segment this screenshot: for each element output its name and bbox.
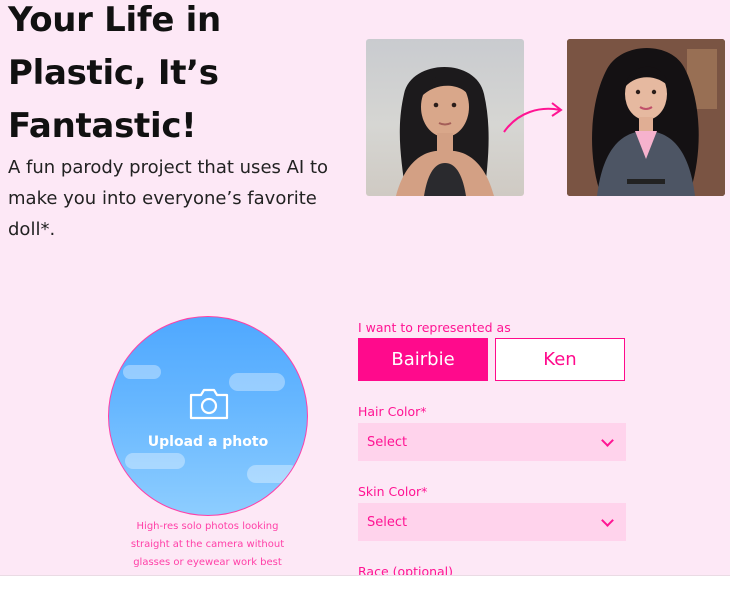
represent-label: I want to represented as: [358, 320, 511, 335]
hair-color-select[interactable]: Select: [358, 423, 626, 461]
chevron-down-icon: [601, 513, 614, 527]
hair-color-value: Select: [367, 434, 408, 450]
hair-color-label: Hair Color*: [358, 404, 427, 419]
upload-hint: High-res solo photos looking straight at…: [130, 521, 285, 568]
cloud-decoration: [229, 373, 285, 391]
page-subtitle: A fun parody project that uses AI to mak…: [8, 157, 329, 240]
chevron-down-icon: [601, 433, 614, 447]
skin-color-label: Skin Color*: [358, 484, 428, 499]
option-ken-button[interactable]: Ken: [495, 338, 625, 381]
arrow-icon: [503, 102, 563, 133]
upload-photo-button[interactable]: Upload a photo: [108, 316, 308, 516]
doll-photo: [567, 39, 725, 196]
page-title: Your Life in Plastic, It’s Fantastic!: [8, 0, 221, 146]
skin-color-value: Select: [367, 514, 408, 530]
cloud-decoration: [125, 453, 185, 469]
option-barbie-button[interactable]: Bairbie: [358, 338, 488, 381]
upload-label: Upload a photo: [147, 434, 269, 450]
cloud-decoration: [247, 465, 299, 483]
camera-icon: [189, 388, 229, 420]
bottom-bar: [0, 575, 730, 591]
cloud-decoration: [123, 365, 161, 379]
skin-color-select[interactable]: Select: [358, 503, 626, 541]
